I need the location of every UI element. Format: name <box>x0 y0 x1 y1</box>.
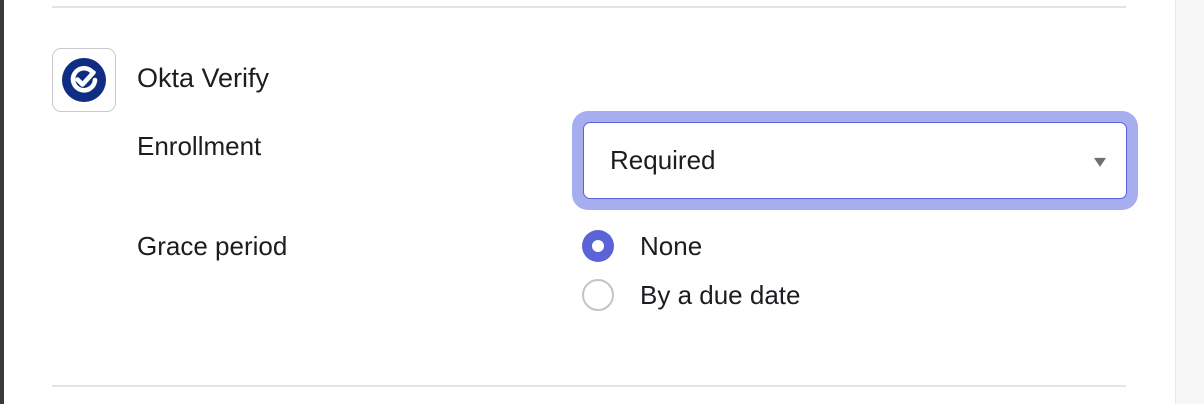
app-logo-tile <box>52 48 116 112</box>
authenticator-settings-panel: Okta Verify Enrollment Required Grace pe… <box>0 0 1204 404</box>
radio-none[interactable] <box>582 230 614 262</box>
chevron-down-icon <box>1094 157 1106 167</box>
enrollment-select-focus-ring: Required <box>572 111 1138 210</box>
radio-due-date-label: By a due date <box>640 280 801 310</box>
enrollment-label: Enrollment <box>137 131 262 161</box>
section-divider-top <box>52 6 1126 8</box>
grace-period-option-due-date[interactable]: By a due date <box>582 278 800 312</box>
enrollment-select-value: Required <box>610 145 716 175</box>
okta-verify-icon <box>62 58 106 102</box>
grace-period-option-none[interactable]: None <box>582 229 702 263</box>
scrollbar-track[interactable] <box>1175 0 1204 404</box>
section-divider-bottom <box>52 385 1126 387</box>
grace-period-label: Grace period <box>137 231 288 261</box>
radio-none-label: None <box>640 231 703 261</box>
window-left-edge <box>0 0 4 404</box>
app-title: Okta Verify <box>137 63 270 93</box>
enrollment-select[interactable]: Required <box>583 122 1127 199</box>
radio-due-date[interactable] <box>582 279 614 311</box>
